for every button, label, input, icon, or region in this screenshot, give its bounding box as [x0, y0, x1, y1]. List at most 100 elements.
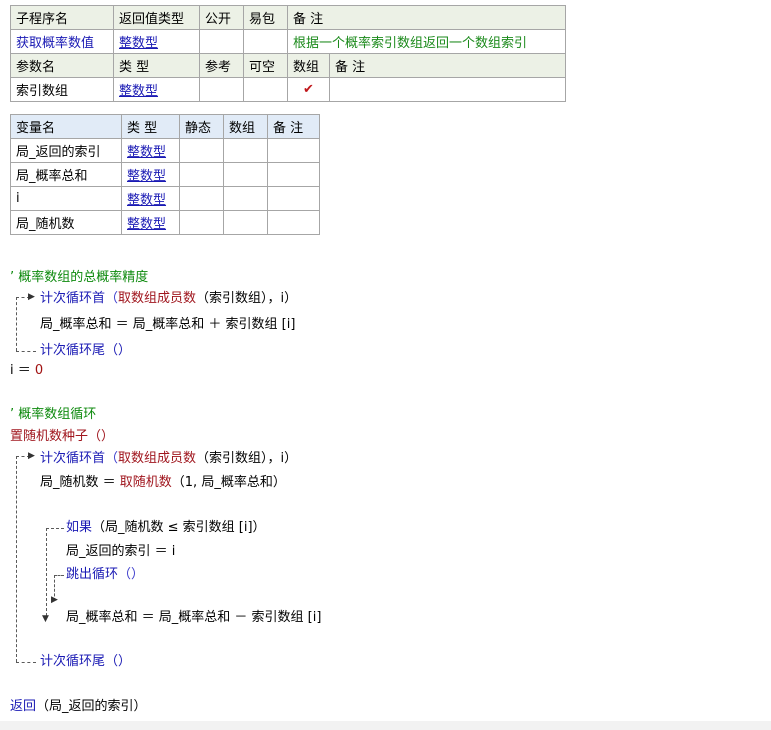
- variable-array[interactable]: [223, 186, 268, 211]
- subroutine-remark[interactable]: 根据一个概率索引数组返回一个数组索引: [287, 29, 566, 54]
- variable-name[interactable]: 局_返回的索引: [10, 138, 122, 163]
- code-comment[interactable]: ’ 概率数组循环: [10, 405, 96, 425]
- loop-guide-bottom: [16, 351, 36, 352]
- param-header-remark: 备 注: [329, 53, 566, 78]
- variable-static[interactable]: [179, 138, 224, 163]
- code-set-index[interactable]: 局_返回的索引 ＝ i: [66, 542, 175, 562]
- assign-i-value: 0: [34, 363, 44, 378]
- param-header-ref: 参考: [199, 53, 244, 78]
- variable-static[interactable]: [179, 210, 224, 235]
- param-header-name: 参数名: [10, 53, 114, 78]
- subroutine-name-cell[interactable]: 获取概率数值: [10, 29, 114, 54]
- subroutine-table: 子程序名 返回值类型 公开 易包 备 注 获取概率数值 整数型 根据一个概率索引…: [10, 5, 566, 102]
- paren-open: （: [105, 291, 119, 306]
- if-condition: （局_随机数 ≤ 索引数组 [i]）: [92, 520, 266, 535]
- variable-row: 局_概率总和 整数型: [10, 162, 320, 187]
- variable-array[interactable]: [223, 210, 268, 235]
- code-loop-head[interactable]: 计次循环首（取数组成员数（索引数组），i）: [40, 449, 297, 469]
- param-type[interactable]: 整数型: [113, 77, 200, 102]
- loop-guide-line: [16, 456, 17, 662]
- var-header-type: 类 型: [121, 114, 180, 139]
- variable-row: i 整数型: [10, 186, 320, 211]
- param-array-check-icon[interactable]: ✔: [287, 77, 330, 102]
- loop-arrow-icon: ▶: [28, 292, 35, 302]
- subroutine-easy-pack-cell[interactable]: [243, 29, 288, 54]
- param-ref[interactable]: [199, 77, 244, 102]
- code-break[interactable]: 跳出循环（）: [66, 565, 144, 585]
- subroutine-return-type[interactable]: 整数型: [113, 29, 200, 54]
- variable-static[interactable]: [179, 162, 224, 187]
- code-sum-add[interactable]: 局_概率总和 ＝ 局_概率总和 ＋ 索引数组 [i]: [40, 315, 295, 335]
- code-random[interactable]: 局_随机数 ＝ 取随机数（1, 局_概率总和）: [40, 473, 286, 493]
- code-assign-i[interactable]: i ＝ 0: [10, 361, 43, 381]
- param-name[interactable]: 索引数组: [10, 77, 114, 102]
- random-lhs: 局_随机数 ＝: [40, 475, 120, 490]
- header-public: 公开: [199, 5, 244, 30]
- loop-guide-bottom: [16, 662, 36, 663]
- code-loop-tail[interactable]: 计次循环尾（）: [40, 341, 131, 361]
- param-nullable[interactable]: [243, 77, 288, 102]
- loop-args: （索引数组），i）: [196, 451, 298, 466]
- code-sum-sub[interactable]: 局_概率总和 ＝ 局_概率总和 － 索引数组 [i]: [66, 608, 321, 628]
- param-remark[interactable]: [329, 77, 566, 102]
- keyword-loop-head[interactable]: 计次循环首: [40, 451, 105, 466]
- variable-name[interactable]: 局_概率总和: [10, 162, 122, 187]
- variable-row: 局_随机数 整数型: [10, 210, 320, 235]
- bottom-scroll-area[interactable]: [0, 721, 771, 730]
- variable-remark[interactable]: [267, 162, 320, 187]
- subroutine-header-row: 子程序名 返回值类型 公开 易包 备 注: [10, 5, 566, 30]
- variable-remark[interactable]: [267, 186, 320, 211]
- param-header-array: 数组: [287, 53, 330, 78]
- keyword-loop-head[interactable]: 计次循环首: [40, 291, 105, 306]
- subroutine-row: 获取概率数值 整数型 根据一个概率索引数组返回一个数组索引: [10, 29, 566, 54]
- code-loop-tail[interactable]: 计次循环尾（）: [40, 652, 131, 672]
- code-loop-head[interactable]: 计次循环首（取数组成员数（索引数组），i）: [40, 289, 297, 309]
- code-return[interactable]: 返回（局_返回的索引）: [10, 697, 147, 717]
- param-header-row: 参数名 类 型 参考 可空 数组 备 注: [10, 53, 566, 78]
- code-if[interactable]: 如果（局_随机数 ≤ 索引数组 [i]）: [66, 518, 266, 538]
- keyword-return[interactable]: 返回: [10, 699, 36, 714]
- variable-table: 变量名 类 型 静态 数组 备 注 局_返回的索引 整数型 局_概率总和 整数型…: [10, 114, 320, 235]
- header-sub-name: 子程序名: [10, 5, 114, 30]
- random-args: （1, 局_概率总和）: [171, 475, 286, 490]
- variable-row: 局_返回的索引 整数型: [10, 138, 320, 163]
- code-seed[interactable]: 置随机数种子（）: [10, 427, 114, 447]
- paren-open: （: [105, 451, 119, 466]
- if-down-arrow-icon: ▼: [42, 614, 49, 624]
- param-header-nullable: 可空: [243, 53, 288, 78]
- variable-type[interactable]: 整数型: [121, 210, 180, 235]
- if-guide-top: [46, 528, 64, 529]
- code-comment[interactable]: ’ 概率数组的总概率精度: [10, 268, 148, 288]
- var-header-static: 静态: [179, 114, 224, 139]
- variable-remark[interactable]: [267, 138, 320, 163]
- variable-name[interactable]: i: [10, 186, 122, 211]
- variable-type[interactable]: 整数型: [121, 186, 180, 211]
- variable-name[interactable]: 局_随机数: [10, 210, 122, 235]
- subroutine-public-cell[interactable]: [199, 29, 244, 54]
- variable-type[interactable]: 整数型: [121, 162, 180, 187]
- header-remark: 备 注: [287, 5, 566, 30]
- variable-array[interactable]: [223, 162, 268, 187]
- break-arrow-icon: ▶: [51, 595, 58, 605]
- keyword-if[interactable]: 如果: [66, 520, 92, 535]
- header-return-type: 返回值类型: [113, 5, 200, 30]
- assign-i-lhs: i ＝: [10, 363, 35, 378]
- variable-remark[interactable]: [267, 210, 320, 235]
- variable-type[interactable]: 整数型: [121, 138, 180, 163]
- variable-static[interactable]: [179, 186, 224, 211]
- param-row: 索引数组 整数型 ✔: [10, 77, 566, 102]
- function-array-count[interactable]: 取数组成员数: [118, 451, 196, 466]
- if-guide-line: [46, 528, 47, 616]
- variable-header-row: 变量名 类 型 静态 数组 备 注: [10, 114, 320, 139]
- function-array-count[interactable]: 取数组成员数: [118, 291, 196, 306]
- return-args: （局_返回的索引）: [36, 699, 147, 714]
- loop-args: （索引数组），i）: [196, 291, 298, 306]
- keyword-break[interactable]: 跳出循环: [66, 567, 118, 582]
- break-args: （）: [118, 567, 145, 582]
- loop-guide-line: [16, 297, 17, 351]
- var-header-name: 变量名: [10, 114, 122, 139]
- var-header-array: 数组: [223, 114, 268, 139]
- header-easy-pack: 易包: [243, 5, 288, 30]
- function-random[interactable]: 取随机数: [120, 475, 172, 490]
- variable-array[interactable]: [223, 138, 268, 163]
